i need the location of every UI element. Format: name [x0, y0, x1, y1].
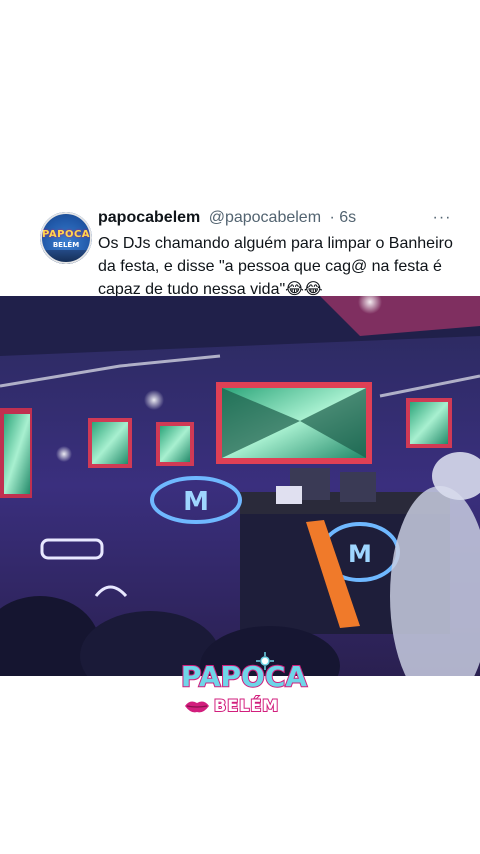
author-line: papocabelem @papocabelem · 6s — [98, 209, 356, 227]
more-horizontal-icon[interactable]: ··· — [430, 210, 454, 226]
party-stage-image: M M — [0, 296, 480, 676]
avatar[interactable]: PAPOCA BELÉM — [40, 212, 92, 264]
svg-text:M: M — [183, 487, 209, 517]
tweet-text: Os DJs chamando alguém para limpar o Ban… — [98, 235, 453, 298]
timestamp: · 6s — [329, 209, 357, 226]
author-handle[interactable]: @papocabelem — [209, 209, 321, 226]
lips-icon — [185, 701, 209, 713]
brand-subtitle: BELÉM — [213, 695, 280, 716]
svg-text:M: M — [348, 540, 372, 568]
video-frame[interactable]: M M — [0, 296, 480, 676]
avatar-ring — [40, 212, 92, 264]
brand-title: PAPOCA — [180, 659, 308, 694]
author-name[interactable]: papocabelem — [98, 209, 200, 226]
brand-watermark: PAPOCA BELÉM — [174, 652, 314, 724]
tweet-header: PAPOCA BELÉM papocabelem @papocabelem · … — [40, 208, 460, 298]
